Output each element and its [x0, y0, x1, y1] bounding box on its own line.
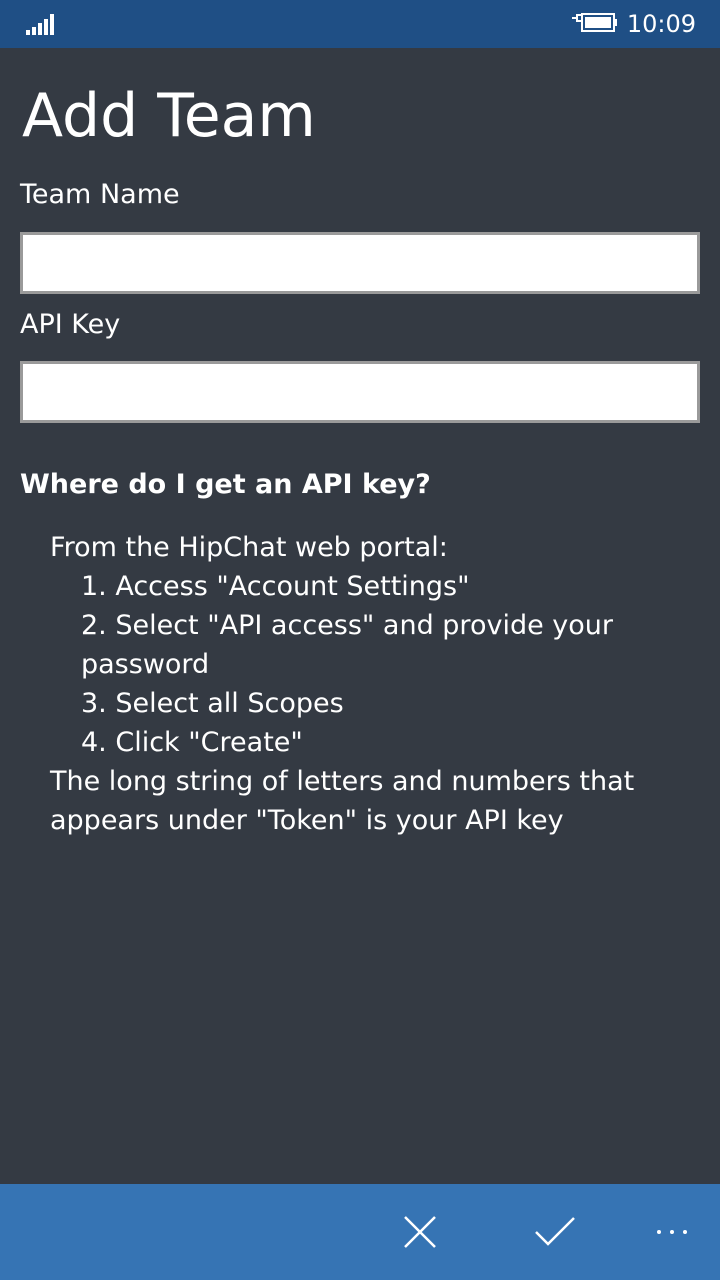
page-title: Add Team: [22, 81, 316, 151]
help-steps-list: 1. Access "Account Settings" 2. Select "…: [50, 567, 650, 762]
help-heading: Where do I get an API key?: [20, 469, 431, 500]
api-key-label: API Key: [20, 309, 121, 340]
cancel-button[interactable]: [380, 1184, 460, 1280]
signal-bars-icon: [26, 14, 54, 35]
help-intro: From the HipChat web portal:: [50, 532, 448, 563]
app-bar: [0, 1184, 720, 1280]
help-step: 1. Access "Account Settings": [81, 571, 470, 602]
team-name-input[interactable]: [20, 232, 700, 294]
checkmark-icon: [535, 1217, 575, 1246]
help-step: 2. Select "API access" and provide your …: [81, 610, 613, 680]
help-step: 3. Select all Scopes: [81, 688, 344, 719]
help-outro: The long string of letters and numbers t…: [50, 766, 635, 836]
save-button[interactable]: [515, 1184, 595, 1280]
team-name-label: Team Name: [20, 179, 180, 210]
help-instructions: From the HipChat web portal: 1. Access "…: [50, 528, 650, 840]
status-bar: 10:09: [0, 0, 720, 48]
help-step: 4. Click "Create": [81, 727, 303, 758]
more-icon: [657, 1230, 687, 1234]
api-key-input[interactable]: [20, 361, 700, 423]
more-button[interactable]: [632, 1184, 712, 1280]
close-icon: [404, 1216, 436, 1248]
status-time: 10:09: [626, 10, 696, 38]
battery-charging-icon: [572, 13, 617, 32]
